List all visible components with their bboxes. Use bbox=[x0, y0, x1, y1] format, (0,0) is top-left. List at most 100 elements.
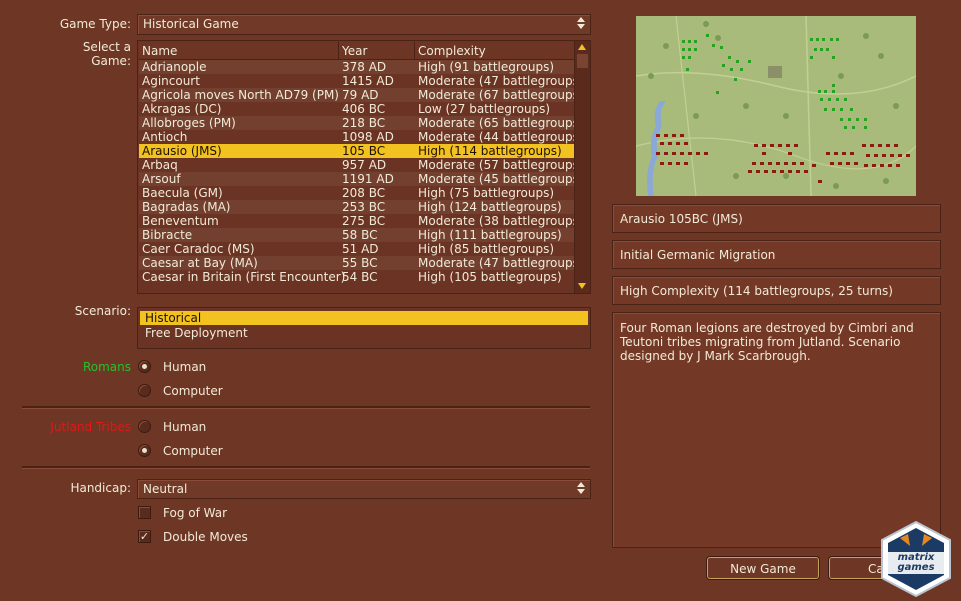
scenario-list[interactable]: Historical Free Deployment bbox=[137, 307, 591, 349]
column-complexity[interactable]: Complexity bbox=[418, 44, 486, 58]
select-game-label: Select a Game: bbox=[82, 40, 131, 68]
column-year[interactable]: Year bbox=[342, 44, 367, 58]
cell-complexity: Moderate (65 battlegroups) bbox=[418, 116, 584, 130]
cell-year: 51 AD bbox=[342, 242, 379, 256]
battlefield-map-preview bbox=[636, 16, 916, 196]
scroll-up-icon[interactable] bbox=[578, 44, 586, 50]
divider bbox=[22, 466, 590, 469]
scenario-option-free-deployment[interactable]: Free Deployment bbox=[140, 326, 588, 340]
table-row[interactable]: Antioch 1098 AD Moderate (44 battlegroups) bbox=[139, 130, 584, 144]
scenario-title: Arausio 105BC (JMS) bbox=[620, 212, 743, 226]
cell-complexity: Moderate (67 battlegroups) bbox=[418, 88, 584, 102]
table-row[interactable]: Bagradas (MA) 253 BC High (124 battlegroup… bbox=[139, 200, 575, 214]
cell-complexity: High (114 battlegroups) bbox=[418, 144, 562, 158]
table-row[interactable]: Beneventum 275 BC Moderate (38 battlegroup… bbox=[139, 214, 584, 228]
cell-name: Beneventum bbox=[142, 214, 219, 228]
new-game-button[interactable]: New Game bbox=[707, 557, 819, 579]
table-row[interactable]: Caesar at Bay (MA) 55 BC Moderate (47 batt… bbox=[139, 256, 584, 270]
fog-of-war-checkbox[interactable] bbox=[138, 506, 151, 519]
cell-complexity: Low (27 battlegroups) bbox=[418, 102, 551, 116]
cell-complexity: High (85 battlegroups) bbox=[418, 242, 555, 256]
cell-year: 406 BC bbox=[342, 102, 386, 116]
table-row[interactable]: Arbaq 957 AD Moderate (57 battlegroups) bbox=[139, 158, 584, 172]
table-row[interactable]: Bibracte 58 BC High (111 battlegroups) bbox=[139, 228, 575, 242]
cell-complexity: High (75 battlegroups) bbox=[418, 186, 555, 200]
table-row[interactable]: Akragas (DC) 406 BC Low (27 battlegroups) bbox=[139, 102, 575, 116]
divider bbox=[22, 406, 590, 409]
logo-text-games: games bbox=[897, 562, 935, 573]
side2-human-radio[interactable] bbox=[138, 420, 151, 433]
cell-year: 275 BC bbox=[342, 214, 386, 228]
table-row[interactable]: Arausio (JMS) 105 BC High (114 battlegroup… bbox=[139, 144, 575, 158]
table-row[interactable]: Agricola moves North AD79 (PM) 79 AD Moder… bbox=[139, 88, 584, 102]
cell-year: 79 AD bbox=[342, 88, 379, 102]
fog-of-war-label: Fog of War bbox=[163, 506, 228, 520]
cell-name: Allobroges (PM) bbox=[142, 116, 236, 130]
select-arrows-icon bbox=[577, 482, 585, 496]
side1-human-label: Human bbox=[163, 360, 207, 374]
game-type-select[interactable]: Historical Game bbox=[137, 14, 591, 35]
cell-year: 1191 AD bbox=[342, 172, 394, 186]
side1-human-radio[interactable] bbox=[138, 360, 151, 373]
side2-name: Jutland Tribes bbox=[50, 420, 131, 434]
cell-complexity: High (124 battlegroups) bbox=[418, 200, 562, 214]
game-type-value: Historical Game bbox=[143, 17, 239, 31]
cell-name: Arbaq bbox=[142, 158, 178, 172]
cell-year: 54 BC bbox=[342, 270, 378, 284]
cell-name: Agincourt bbox=[142, 74, 200, 88]
cell-year: 218 BC bbox=[342, 116, 386, 130]
map-image bbox=[636, 16, 916, 196]
table-row[interactable]: Caer Caradoc (MS) 51 AD High (85 battlegro… bbox=[139, 242, 575, 256]
table-row[interactable]: Allobroges (PM) 218 BC Moderate (65 battle… bbox=[139, 116, 584, 130]
scroll-down-icon[interactable] bbox=[578, 283, 586, 289]
side2-human-label: Human bbox=[163, 420, 207, 434]
matrix-games-logo: matrix games bbox=[880, 520, 952, 598]
double-moves-checkbox[interactable]: ✓ bbox=[138, 530, 151, 543]
scroll-thumb[interactable] bbox=[577, 54, 588, 68]
cell-year: 1098 AD bbox=[342, 130, 394, 144]
cell-name: Caesar in Britain (First Encounter) bbox=[142, 270, 346, 284]
column-name[interactable]: Name bbox=[142, 44, 177, 58]
cell-year: 208 BC bbox=[342, 186, 386, 200]
cell-year: 253 BC bbox=[342, 200, 386, 214]
scenario-subtitle: Initial Germanic Migration bbox=[620, 248, 776, 262]
side2-computer-radio[interactable] bbox=[138, 444, 151, 457]
cell-name: Agricola moves North AD79 (PM) bbox=[142, 88, 339, 102]
scenario-subtitle-box: Initial Germanic Migration bbox=[612, 240, 941, 269]
cell-name: Bagradas (MA) bbox=[142, 200, 231, 214]
scenario-title-box: Arausio 105BC (JMS) bbox=[612, 204, 941, 233]
cell-year: 55 BC bbox=[342, 256, 378, 270]
table-row[interactable]: Adrianople 378 AD High (91 battlegroups) bbox=[139, 60, 575, 74]
double-moves-label: Double Moves bbox=[163, 530, 248, 544]
cell-year: 1415 AD bbox=[342, 74, 394, 88]
side1-computer-radio[interactable] bbox=[138, 384, 151, 397]
scenario-complexity: High Complexity (114 battlegroups, 25 tu… bbox=[620, 284, 893, 298]
cell-year: 58 BC bbox=[342, 228, 378, 242]
table-row[interactable]: Arsouf 1191 AD Moderate (45 battlegroups) bbox=[139, 172, 584, 186]
handicap-value: Neutral bbox=[143, 482, 188, 496]
handicap-select[interactable]: Neutral bbox=[137, 479, 591, 499]
cell-complexity: Moderate (57 battlegroups) bbox=[418, 158, 584, 172]
cell-name: Baecula (GM) bbox=[142, 186, 223, 200]
cell-name: Adrianople bbox=[142, 60, 207, 74]
game-type-label: Game Type: bbox=[59, 17, 131, 31]
cell-complexity: Moderate (38 battlegroups) bbox=[418, 214, 584, 228]
side1-name: Romans bbox=[82, 360, 131, 374]
handicap-label: Handicap: bbox=[70, 481, 131, 495]
cell-name: Antioch bbox=[142, 130, 188, 144]
cell-year: 378 AD bbox=[342, 60, 387, 74]
scenario-option-historical[interactable]: Historical bbox=[140, 311, 588, 325]
cell-name: Caesar at Bay (MA) bbox=[142, 256, 258, 270]
table-row[interactable]: Caesar in Britain (First Encounter) 54 BC… bbox=[139, 270, 575, 284]
cell-complexity: Moderate (44 battlegroups) bbox=[418, 130, 584, 144]
cell-complexity: High (105 battlegroups) bbox=[418, 270, 562, 284]
cell-complexity: Moderate (45 battlegroups) bbox=[418, 172, 584, 186]
cell-complexity: Moderate (47 battlegroups) bbox=[418, 256, 584, 270]
table-row[interactable]: Agincourt 1415 AD Moderate (47 battlegroup… bbox=[139, 74, 584, 88]
table-row[interactable]: Baecula (GM) 208 BC High (75 battlegroups) bbox=[139, 186, 575, 200]
cell-year: 105 BC bbox=[342, 144, 386, 158]
game-list-scrollbar[interactable] bbox=[574, 41, 590, 293]
game-list[interactable]: Name Year Complexity Adrianople 378 AD Hig… bbox=[137, 40, 591, 294]
cell-complexity: High (91 battlegroups) bbox=[418, 60, 555, 74]
cell-name: Arausio (JMS) bbox=[142, 144, 222, 158]
